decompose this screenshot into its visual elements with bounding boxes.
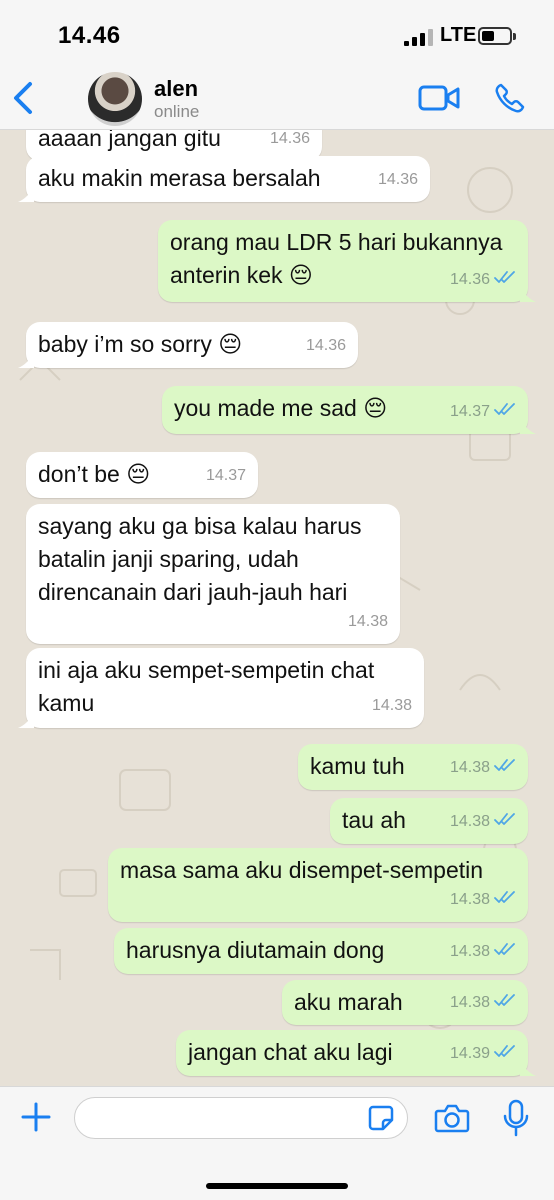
input-bar — [0, 1086, 554, 1200]
incoming-message[interactable]: ini aja aku sempet-sempetin chat kamu 14.… — [18, 648, 424, 728]
message-meta: 14.38 — [450, 935, 516, 968]
message-text: ini aja aku sempet-sempetin chat kamu — [38, 657, 375, 716]
home-indicator — [206, 1183, 348, 1189]
message-meta: 14.38 — [450, 883, 516, 916]
signal-icon — [404, 28, 434, 46]
message-time: 14.36 — [449, 271, 490, 288]
double-check-icon — [494, 751, 516, 784]
message-time: 14.38 — [449, 759, 490, 776]
bubble-tail — [18, 186, 34, 202]
bubble-tail — [18, 712, 34, 728]
message-meta: 14.36 — [306, 329, 346, 362]
message-time: 14.37 — [449, 403, 490, 420]
camera-icon[interactable] — [434, 1103, 470, 1133]
chat-area: aaaan jangan gitu 14.36 aku makin merasa b… — [0, 130, 554, 1086]
message-time: 14.39 — [449, 1045, 490, 1062]
outgoing-message[interactable]: tau ah 14.38 — [330, 798, 528, 844]
phone-call-icon[interactable] — [494, 82, 526, 114]
sticker-icon[interactable] — [368, 1105, 394, 1131]
bubble-tail — [520, 286, 536, 302]
message-input[interactable] — [74, 1097, 408, 1139]
message-time: 14.38 — [449, 813, 490, 830]
outgoing-message[interactable]: harusnya diutamain dong 14.38 — [114, 928, 528, 974]
message-text: aku makin merasa bersalah — [38, 165, 321, 191]
message-time: 14.38 — [371, 697, 412, 714]
message-meta: 14.37 — [206, 459, 246, 492]
status-time: 14.46 — [58, 22, 121, 49]
microphone-icon[interactable] — [502, 1099, 530, 1137]
message-meta: 14.38 — [450, 751, 516, 784]
message-time: 14.36 — [305, 337, 346, 354]
message-meta: 14.36 — [378, 163, 418, 196]
outgoing-message[interactable]: kamu tuh 14.38 — [298, 744, 528, 790]
outgoing-message[interactable]: aku marah 14.38 — [282, 980, 528, 1025]
message-meta: 14.39 — [450, 1037, 516, 1070]
outgoing-message[interactable]: jangan chat aku lagi 14.39 — [176, 1030, 536, 1076]
outgoing-message[interactable]: orang mau LDR 5 hari bukannya anterin ke… — [158, 220, 536, 302]
message-meta: 14.38 — [348, 605, 388, 638]
plus-icon[interactable] — [20, 1101, 52, 1133]
battery-icon — [478, 27, 516, 45]
message-meta: 14.38 — [372, 689, 412, 722]
message-text: sayang aku ga bisa kalau harus batalin j… — [38, 513, 362, 605]
double-check-icon — [494, 935, 516, 968]
message-meta: 14.38 — [450, 986, 516, 1019]
message-meta: 14.37 — [450, 395, 516, 428]
incoming-message[interactable]: aku makin merasa bersalah 14.36 — [18, 156, 430, 202]
incoming-message[interactable]: baby i’m so sorry 😔 14.36 — [18, 322, 358, 368]
message-time: 14.36 — [269, 130, 310, 147]
double-check-icon — [494, 1037, 516, 1070]
network-label: LTE — [440, 24, 477, 46]
message-meta: 14.38 — [450, 805, 516, 838]
message-time: 14.38 — [347, 613, 388, 630]
double-check-icon — [494, 263, 516, 296]
contact-status: online — [154, 102, 200, 121]
message-time: 14.37 — [205, 467, 246, 484]
outgoing-message[interactable]: you made me sad 😔 14.37 — [162, 386, 536, 434]
message-time: 14.38 — [449, 994, 490, 1011]
double-check-icon — [494, 805, 516, 838]
outgoing-message[interactable]: masa sama aku disempet-sempetin 14.38 — [108, 848, 528, 922]
avatar[interactable] — [88, 72, 142, 126]
contact-name[interactable]: alen — [154, 76, 198, 102]
double-check-icon — [494, 986, 516, 1019]
chat-header: alen online — [0, 70, 554, 130]
double-check-icon — [494, 395, 516, 428]
bubble-tail — [520, 418, 536, 434]
message-time: 14.38 — [449, 891, 490, 908]
bubble-tail — [18, 352, 34, 368]
video-call-icon[interactable] — [418, 84, 460, 112]
message-time: 14.36 — [377, 171, 418, 188]
message-meta: 14.36 — [450, 263, 516, 296]
bubble-tail — [520, 1060, 536, 1076]
message-time: 14.38 — [449, 943, 490, 960]
status-bar: 14.46 LTE — [0, 0, 554, 70]
message-text: baby i’m so sorry 😔 — [38, 331, 243, 357]
double-check-icon — [494, 883, 516, 916]
back-chevron-icon[interactable] — [10, 78, 40, 118]
incoming-message[interactable]: sayang aku ga bisa kalau harus batalin j… — [26, 504, 400, 644]
incoming-message[interactable]: don’t be 😔 14.37 — [26, 452, 258, 498]
message-meta: 14.36 — [270, 130, 310, 155]
